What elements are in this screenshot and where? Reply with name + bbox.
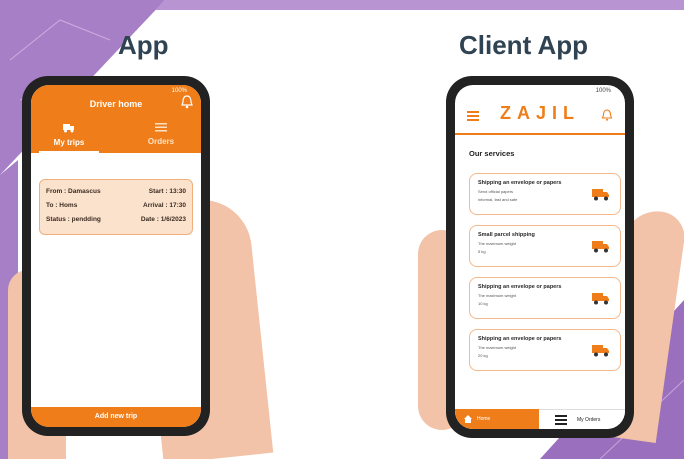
from-value: Damascus <box>68 188 101 195</box>
date-value: 1/6/2023 <box>160 216 186 223</box>
status-label: Status : pendding <box>46 216 101 223</box>
client-app-heading: Client App <box>459 30 589 60</box>
delivery-truck-icon <box>592 293 609 305</box>
list-icon <box>131 123 191 135</box>
start-value: 13:30 <box>169 188 186 195</box>
from-label: From : <box>46 188 67 195</box>
status-bar: 100% <box>595 88 611 94</box>
service-card[interactable]: Shipping an envelope or papers The maxim… <box>469 277 621 319</box>
delivery-truck-icon <box>592 241 609 253</box>
home-icon <box>464 415 472 423</box>
nav-my-orders[interactable]: My Orders <box>577 410 600 429</box>
tab-orders-label: Orders <box>147 137 175 146</box>
bottom-nav: Home My Orders <box>455 409 625 429</box>
service-card[interactable]: Shipping an envelope or papers Send offi… <box>469 173 621 215</box>
trip-row-to: To : Homs Arrival : 17:30 <box>46 199 186 213</box>
nav-home-label: Home <box>477 416 491 422</box>
driver-phone: 100% Driver home My trips Orders From: … <box>22 76 210 436</box>
bell-icon[interactable] <box>601 109 613 121</box>
service-title: Small parcel shipping <box>478 232 535 238</box>
add-new-trip-button[interactable]: Add new trip <box>31 407 201 427</box>
trip-card[interactable]: From : Damascus Start : 13:30 To : Homs … <box>39 179 193 235</box>
tab-orders[interactable]: Orders <box>131 123 191 146</box>
client-phone-screen: 100% ZAJIL Our services Shipping an enve… <box>455 85 625 429</box>
zajil-logo: ZAJIL <box>499 103 580 123</box>
our-services-title: Our services <box>469 149 515 158</box>
truck-icon <box>39 123 99 136</box>
service-title: Shipping an envelope or papers <box>478 336 562 342</box>
arrival-label: Arrival : 17:30 <box>143 202 186 209</box>
to-value: Homs <box>59 202 78 209</box>
driver-app-heading: App <box>118 30 169 60</box>
trip-row-status: Status : pendding Date : 1/6/2023 <box>46 213 186 227</box>
to-label: To : <box>46 202 58 209</box>
date-label: Date : <box>140 216 159 223</box>
client-header: 100% ZAJIL <box>455 85 625 135</box>
status-bar: 100% <box>171 88 187 94</box>
driver-header: 100% Driver home My trips Orders <box>31 85 201 153</box>
tab-my-trips-label: My trips <box>53 138 85 147</box>
delivery-truck-icon <box>592 345 609 357</box>
orders-list-icon[interactable] <box>555 415 567 425</box>
tab-my-trips[interactable]: My trips <box>39 123 99 153</box>
service-card[interactable]: Small parcel shipping The maximum weight… <box>469 225 621 267</box>
start-label: Start : <box>148 188 168 195</box>
service-title: Shipping an envelope or papers <box>478 180 562 186</box>
driver-phone-screen: 100% Driver home My trips Orders From: … <box>31 85 201 427</box>
driver-home-title: Driver home <box>89 99 143 109</box>
service-title: Shipping an envelope or papers <box>478 284 562 290</box>
client-phone: 100% ZAJIL Our services Shipping an enve… <box>446 76 634 438</box>
delivery-truck-icon <box>592 189 609 201</box>
nav-home[interactable]: Home <box>455 409 539 429</box>
bell-icon[interactable] <box>181 95 193 109</box>
service-card[interactable]: Shipping an envelope or papers The maxim… <box>469 329 621 371</box>
trip-row-from: From : Damascus Start : 13:30 <box>46 185 186 199</box>
